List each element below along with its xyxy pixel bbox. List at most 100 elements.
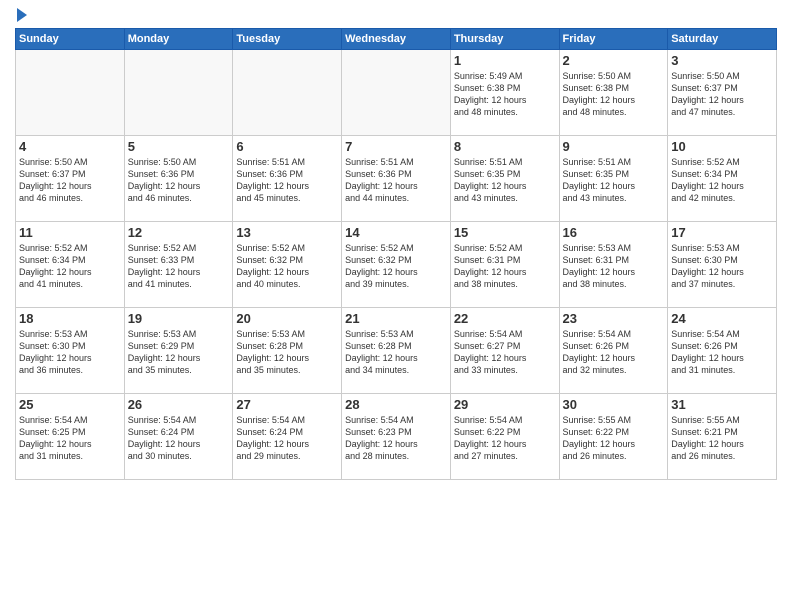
- day-number: 16: [563, 225, 665, 240]
- day-info: Sunrise: 5:52 AM Sunset: 6:34 PM Dayligh…: [671, 156, 773, 205]
- calendar-header-row: SundayMondayTuesdayWednesdayThursdayFrid…: [16, 29, 777, 50]
- calendar-cell: 1Sunrise: 5:49 AM Sunset: 6:38 PM Daylig…: [450, 50, 559, 136]
- day-info: Sunrise: 5:55 AM Sunset: 6:22 PM Dayligh…: [563, 414, 665, 463]
- day-info: Sunrise: 5:53 AM Sunset: 6:30 PM Dayligh…: [19, 328, 121, 377]
- day-info: Sunrise: 5:52 AM Sunset: 6:33 PM Dayligh…: [128, 242, 230, 291]
- day-info: Sunrise: 5:53 AM Sunset: 6:31 PM Dayligh…: [563, 242, 665, 291]
- calendar-week-4: 18 Sunrise: 5:53 AM Sunset: 6:30 PM Dayli…: [16, 308, 777, 394]
- day-info: Sunrise: 5:53 AM Sunset: 6:28 PM Dayligh…: [345, 328, 447, 377]
- calendar-cell: 5 Sunrise: 5:50 AM Sunset: 6:36 PM Daylig…: [124, 136, 233, 222]
- day-number: 25: [19, 397, 121, 412]
- day-info: Sunrise: 5:54 AM Sunset: 6:24 PM Dayligh…: [236, 414, 338, 463]
- day-info: Sunrise: 5:50 AM Sunset: 6:37 PM Dayligh…: [671, 70, 773, 119]
- day-number: 23: [563, 311, 665, 326]
- day-number: 15: [454, 225, 556, 240]
- day-info: Sunrise: 5:52 AM Sunset: 6:34 PM Dayligh…: [19, 242, 121, 291]
- calendar-cell: [233, 50, 342, 136]
- day-number: 3: [671, 53, 773, 68]
- day-number: 8: [454, 139, 556, 154]
- day-info: Sunrise: 5:52 AM Sunset: 6:32 PM Dayligh…: [236, 242, 338, 291]
- day-number: 31: [671, 397, 773, 412]
- calendar-header-wednesday: Wednesday: [342, 29, 451, 50]
- calendar-cell: 14Sunrise: 5:52 AM Sunset: 6:32 PM Dayli…: [342, 222, 451, 308]
- calendar-cell: 23 Sunrise: 5:54 AM Sunset: 6:26 PM Dayli…: [559, 308, 668, 394]
- day-info: Sunrise: 5:50 AM Sunset: 6:36 PM Dayligh…: [128, 156, 230, 205]
- calendar-cell: 12 Sunrise: 5:52 AM Sunset: 6:33 PM Dayli…: [124, 222, 233, 308]
- calendar-week-3: 11Sunrise: 5:52 AM Sunset: 6:34 PM Dayli…: [16, 222, 777, 308]
- day-info: Sunrise: 5:52 AM Sunset: 6:31 PM Dayligh…: [454, 242, 556, 291]
- day-info: Sunrise: 5:50 AM Sunset: 6:37 PM Dayligh…: [19, 156, 121, 205]
- day-info: Sunrise: 5:51 AM Sunset: 6:36 PM Dayligh…: [236, 156, 338, 205]
- calendar-header-thursday: Thursday: [450, 29, 559, 50]
- calendar-header-friday: Friday: [559, 29, 668, 50]
- day-info: Sunrise: 5:54 AM Sunset: 6:24 PM Dayligh…: [128, 414, 230, 463]
- day-info: Sunrise: 5:51 AM Sunset: 6:36 PM Dayligh…: [345, 156, 447, 205]
- day-info: Sunrise: 5:53 AM Sunset: 6:28 PM Dayligh…: [236, 328, 338, 377]
- calendar-week-1: 1Sunrise: 5:49 AM Sunset: 6:38 PM Daylig…: [16, 50, 777, 136]
- day-info: Sunrise: 5:54 AM Sunset: 6:23 PM Dayligh…: [345, 414, 447, 463]
- calendar-table: SundayMondayTuesdayWednesdayThursdayFrid…: [15, 28, 777, 480]
- calendar-header-saturday: Saturday: [668, 29, 777, 50]
- calendar-cell: 18 Sunrise: 5:53 AM Sunset: 6:30 PM Dayli…: [16, 308, 125, 394]
- day-info: Sunrise: 5:51 AM Sunset: 6:35 PM Dayligh…: [454, 156, 556, 205]
- day-info: Sunrise: 5:54 AM Sunset: 6:27 PM Dayligh…: [454, 328, 556, 377]
- day-number: 30: [563, 397, 665, 412]
- calendar-cell: 27 Sunrise: 5:54 AM Sunset: 6:24 PM Dayli…: [233, 394, 342, 480]
- day-number: 7: [345, 139, 447, 154]
- day-info: Sunrise: 5:50 AM Sunset: 6:38 PM Dayligh…: [563, 70, 665, 119]
- calendar-cell: 24Sunrise: 5:54 AM Sunset: 6:26 PM Dayli…: [668, 308, 777, 394]
- day-number: 20: [236, 311, 338, 326]
- day-number: 27: [236, 397, 338, 412]
- calendar-cell: 6Sunrise: 5:51 AM Sunset: 6:36 PM Daylig…: [233, 136, 342, 222]
- calendar-cell: [16, 50, 125, 136]
- calendar-cell: 2 Sunrise: 5:50 AM Sunset: 6:38 PM Daylig…: [559, 50, 668, 136]
- calendar-cell: 9 Sunrise: 5:51 AM Sunset: 6:35 PM Daylig…: [559, 136, 668, 222]
- header: [15, 10, 777, 22]
- day-info: Sunrise: 5:54 AM Sunset: 6:26 PM Dayligh…: [563, 328, 665, 377]
- calendar-cell: 11Sunrise: 5:52 AM Sunset: 6:34 PM Dayli…: [16, 222, 125, 308]
- calendar-cell: 8 Sunrise: 5:51 AM Sunset: 6:35 PM Daylig…: [450, 136, 559, 222]
- calendar-week-5: 25 Sunrise: 5:54 AM Sunset: 6:25 PM Dayli…: [16, 394, 777, 480]
- day-number: 19: [128, 311, 230, 326]
- calendar-cell: [342, 50, 451, 136]
- logo: [15, 10, 27, 22]
- calendar-cell: 7 Sunrise: 5:51 AM Sunset: 6:36 PM Daylig…: [342, 136, 451, 222]
- day-number: 14: [345, 225, 447, 240]
- day-info: Sunrise: 5:49 AM Sunset: 6:38 PM Dayligh…: [454, 70, 556, 119]
- day-number: 2: [563, 53, 665, 68]
- calendar-header-tuesday: Tuesday: [233, 29, 342, 50]
- day-number: 4: [19, 139, 121, 154]
- calendar-cell: 10Sunrise: 5:52 AM Sunset: 6:34 PM Dayli…: [668, 136, 777, 222]
- day-number: 12: [128, 225, 230, 240]
- logo-arrow-icon: [17, 8, 27, 22]
- day-number: 18: [19, 311, 121, 326]
- day-info: Sunrise: 5:51 AM Sunset: 6:35 PM Dayligh…: [563, 156, 665, 205]
- day-info: Sunrise: 5:54 AM Sunset: 6:26 PM Dayligh…: [671, 328, 773, 377]
- page: SundayMondayTuesdayWednesdayThursdayFrid…: [0, 0, 792, 612]
- day-number: 21: [345, 311, 447, 326]
- calendar-cell: 13 Sunrise: 5:52 AM Sunset: 6:32 PM Dayli…: [233, 222, 342, 308]
- calendar-cell: 28 Sunrise: 5:54 AM Sunset: 6:23 PM Dayli…: [342, 394, 451, 480]
- day-info: Sunrise: 5:54 AM Sunset: 6:25 PM Dayligh…: [19, 414, 121, 463]
- day-number: 28: [345, 397, 447, 412]
- calendar-cell: 26Sunrise: 5:54 AM Sunset: 6:24 PM Dayli…: [124, 394, 233, 480]
- day-number: 13: [236, 225, 338, 240]
- calendar-cell: 22 Sunrise: 5:54 AM Sunset: 6:27 PM Dayli…: [450, 308, 559, 394]
- calendar-week-2: 4 Sunrise: 5:50 AM Sunset: 6:37 PM Daylig…: [16, 136, 777, 222]
- day-number: 9: [563, 139, 665, 154]
- calendar-cell: 15 Sunrise: 5:52 AM Sunset: 6:31 PM Dayli…: [450, 222, 559, 308]
- day-info: Sunrise: 5:55 AM Sunset: 6:21 PM Dayligh…: [671, 414, 773, 463]
- day-info: Sunrise: 5:53 AM Sunset: 6:29 PM Dayligh…: [128, 328, 230, 377]
- calendar-cell: 19 Sunrise: 5:53 AM Sunset: 6:29 PM Dayli…: [124, 308, 233, 394]
- calendar-cell: 16 Sunrise: 5:53 AM Sunset: 6:31 PM Dayli…: [559, 222, 668, 308]
- calendar-cell: 25 Sunrise: 5:54 AM Sunset: 6:25 PM Dayli…: [16, 394, 125, 480]
- calendar-header-monday: Monday: [124, 29, 233, 50]
- day-number: 22: [454, 311, 556, 326]
- calendar-cell: 30 Sunrise: 5:55 AM Sunset: 6:22 PM Dayli…: [559, 394, 668, 480]
- day-number: 5: [128, 139, 230, 154]
- day-number: 17: [671, 225, 773, 240]
- calendar-cell: 4 Sunrise: 5:50 AM Sunset: 6:37 PM Daylig…: [16, 136, 125, 222]
- calendar-cell: 21 Sunrise: 5:53 AM Sunset: 6:28 PM Dayli…: [342, 308, 451, 394]
- calendar-cell: 29Sunrise: 5:54 AM Sunset: 6:22 PM Dayli…: [450, 394, 559, 480]
- day-info: Sunrise: 5:53 AM Sunset: 6:30 PM Dayligh…: [671, 242, 773, 291]
